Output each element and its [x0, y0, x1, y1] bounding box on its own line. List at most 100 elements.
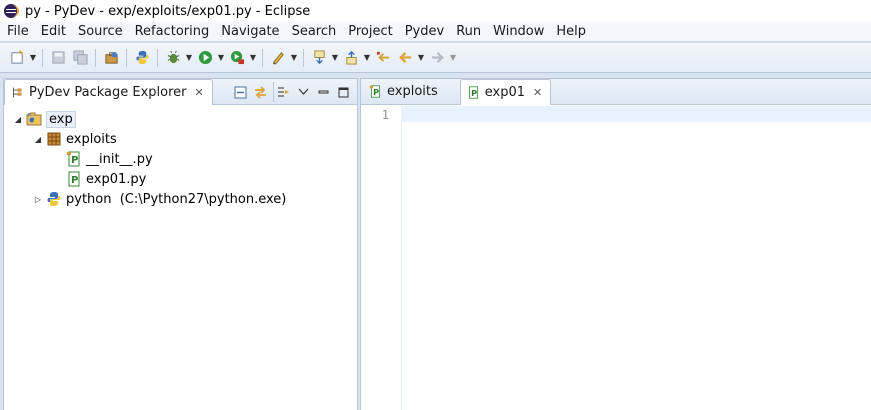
external-tools-button[interactable]	[226, 47, 248, 69]
package-icon	[46, 131, 62, 147]
arrow-left-icon	[398, 51, 411, 64]
expanded-arrow-icon[interactable]: ◢	[12, 115, 24, 124]
close-icon[interactable]: ✕	[533, 86, 542, 99]
main-toolbar: ▼ ▼ ▼ ▼ ▼ ▼ ▼ ▼ ▼	[0, 43, 871, 73]
next-annotation-icon	[313, 50, 325, 65]
run-dropdown[interactable]: ▼	[216, 47, 226, 69]
link-with-editor-icon	[254, 85, 266, 99]
tree-node-file[interactable]: P exp01.py	[4, 169, 357, 189]
package-label: exploits	[66, 131, 117, 147]
link-with-editor-button[interactable]	[250, 82, 270, 102]
filters-button[interactable]	[273, 82, 293, 102]
external-tools-dropdown[interactable]: ▼	[248, 47, 258, 69]
tree-node-file[interactable]: P __init__.py	[4, 149, 357, 169]
pydev-project-icon: P	[26, 111, 42, 127]
previous-annotation-dropdown[interactable]: ▼	[362, 47, 372, 69]
arrow-right-icon	[431, 51, 444, 64]
minimize-icon	[318, 90, 328, 93]
last-edit-button[interactable]	[372, 47, 394, 69]
package-explorer-icon	[12, 87, 22, 98]
save-button[interactable]	[47, 47, 69, 69]
open-task-button[interactable]	[100, 47, 122, 69]
bug-icon	[167, 50, 179, 64]
current-line-highlight	[401, 106, 871, 122]
filter-icon	[278, 86, 289, 97]
package-file-icon: P	[369, 85, 380, 98]
python-module-icon: P	[66, 151, 82, 167]
menu-help[interactable]: Help	[549, 24, 591, 39]
menu-navigate[interactable]: Navigate	[214, 24, 284, 39]
menu-window[interactable]: Window	[486, 24, 549, 39]
back-dropdown[interactable]: ▼	[416, 47, 426, 69]
explorer-tab-bar: PyDev Package Explorer ✕	[4, 79, 357, 105]
annotation-button[interactable]	[267, 47, 289, 69]
window-title: py - PyDev - exp/exploits/exp01.py - Ecl…	[25, 3, 311, 19]
briefcase-icon	[104, 51, 118, 64]
tree-node-package[interactable]: ◢ exploits	[4, 129, 357, 149]
python-button[interactable]	[131, 47, 153, 69]
toolbar-separator	[262, 48, 263, 67]
menu-bar: File Edit Source Refactoring Navigate Se…	[0, 22, 871, 42]
pen-icon	[272, 52, 284, 65]
tab-exploits[interactable]: P exploits	[363, 79, 446, 104]
menu-source[interactable]: Source	[71, 24, 128, 39]
collapse-all-button[interactable]	[230, 82, 250, 102]
collapsed-arrow-icon[interactable]: ▷	[32, 195, 44, 204]
python-icon	[46, 191, 62, 207]
close-icon[interactable]: ✕	[195, 86, 204, 99]
last-edit-icon	[376, 51, 389, 62]
menu-project[interactable]: Project	[341, 24, 397, 39]
forward-button[interactable]	[426, 47, 448, 69]
tab-exp01[interactable]: P exp01 ✕	[459, 79, 552, 105]
menu-refactoring[interactable]: Refactoring	[128, 24, 215, 39]
previous-annotation-icon	[345, 50, 357, 65]
interpreter-label: python (C:\Python27\python.exe)	[66, 191, 287, 207]
menu-file[interactable]: File	[0, 24, 34, 39]
project-tree: ◢ P exp ◢ exploits P __init__.py P exp01…	[4, 105, 357, 209]
new-dropdown[interactable]: ▼	[28, 47, 38, 69]
tab-package-explorer[interactable]: PyDev Package Explorer ✕	[4, 79, 213, 105]
maximize-button[interactable]	[333, 82, 353, 102]
menu-run[interactable]: Run	[449, 24, 486, 39]
next-annotation-button[interactable]	[308, 47, 330, 69]
toolbar-separator	[157, 48, 158, 67]
view-menu-button[interactable]	[293, 82, 313, 102]
annotation-dropdown[interactable]: ▼	[289, 47, 299, 69]
menu-search[interactable]: Search	[285, 24, 342, 39]
minimize-button[interactable]	[313, 82, 333, 102]
file-label: __init__.py	[86, 151, 153, 167]
editor-area: P exploits P exp01 ✕ 1	[360, 78, 871, 410]
next-annotation-dropdown[interactable]: ▼	[330, 47, 340, 69]
new-button[interactable]	[6, 47, 28, 69]
line-number-ruler: 1	[361, 106, 401, 410]
save-all-icon	[72, 50, 88, 65]
editor-tab-bar: P exploits P exp01 ✕	[361, 79, 871, 105]
toolbar-separator	[95, 48, 96, 67]
debug-dropdown[interactable]: ▼	[184, 47, 194, 69]
forward-dropdown[interactable]: ▼	[448, 47, 458, 69]
package-explorer-view: PyDev Package Explorer ✕ ◢ P exp ◢ explo…	[3, 78, 358, 410]
new-file-icon	[10, 50, 23, 64]
python-module-icon: P	[66, 171, 82, 187]
python-module-icon: P	[468, 86, 478, 99]
tab-label: PyDev Package Explorer	[29, 85, 187, 100]
tree-node-interpreter[interactable]: ▷ python (C:\Python27\python.exe)	[4, 189, 357, 209]
file-label: exp01.py	[86, 171, 147, 187]
debug-button[interactable]	[162, 47, 184, 69]
project-label: exp	[46, 110, 76, 128]
code-editor[interactable]: 1	[361, 106, 871, 410]
line-number: 1	[381, 108, 389, 122]
expanded-arrow-icon[interactable]: ◢	[32, 135, 44, 144]
previous-annotation-button[interactable]	[340, 47, 362, 69]
menu-pydev[interactable]: Pydev	[398, 24, 449, 39]
save-all-button[interactable]	[69, 47, 91, 69]
svg-text:P: P	[373, 87, 379, 97]
run-icon	[198, 50, 212, 65]
back-button[interactable]	[394, 47, 416, 69]
run-button[interactable]	[194, 47, 216, 69]
tree-node-project[interactable]: ◢ P exp	[4, 109, 357, 129]
external-tools-icon	[230, 50, 244, 65]
menu-edit[interactable]: Edit	[34, 24, 71, 39]
eclipse-icon	[4, 4, 19, 18]
maximize-icon	[338, 87, 348, 97]
